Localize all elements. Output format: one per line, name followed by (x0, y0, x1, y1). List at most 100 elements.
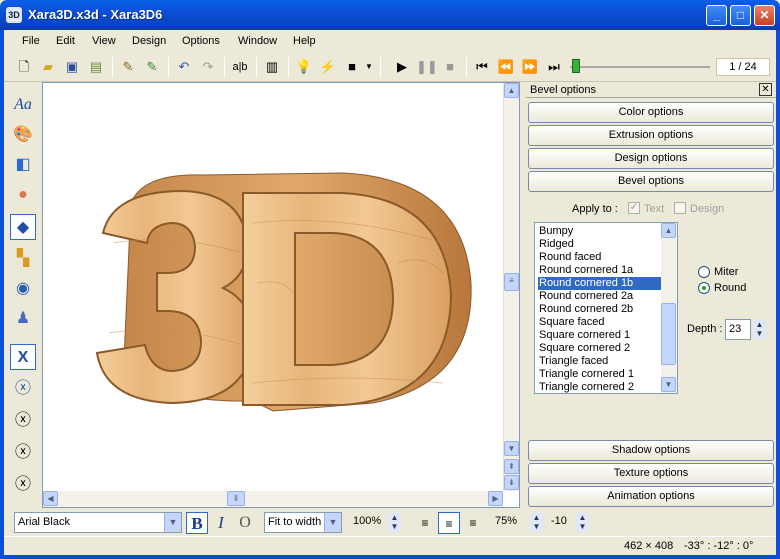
design-sphere-icon[interactable]: ● (10, 182, 36, 208)
minimize-button[interactable]: _ (706, 5, 727, 26)
design-options-button[interactable]: Design options (528, 148, 774, 169)
fit-select[interactable]: Fit to width ▼ (264, 512, 342, 533)
bold-button[interactable]: B (186, 512, 208, 534)
undo-icon[interactable]: ↶ (174, 57, 194, 77)
background-icon[interactable]: ■ (342, 57, 362, 77)
panel-close-icon[interactable]: ✕ (759, 83, 772, 96)
font-select[interactable]: Arial Black ▼ (14, 512, 182, 533)
line-spacing-value[interactable]: 75% (492, 512, 526, 533)
list-item[interactable]: Triangle cornered 1 (538, 368, 661, 381)
page-up-icon[interactable]: ⇞ (504, 459, 519, 474)
zoom-value[interactable]: 100% (350, 512, 388, 533)
list-item[interactable]: Square faced (538, 316, 661, 329)
list-item[interactable]: Round cornered 2b (538, 303, 661, 316)
list-item[interactable]: Square cornered 2 (538, 342, 661, 355)
list-item[interactable]: Round cornered 2a (538, 290, 661, 303)
next-frame-icon[interactable]: ⏩ (520, 57, 540, 77)
miter-radio[interactable] (698, 266, 710, 278)
h-scroll-thumb[interactable]: ⦀ (227, 491, 245, 506)
scroll-up-icon[interactable]: ▲ (504, 83, 519, 98)
color-palette-icon[interactable]: 🎨 (10, 122, 36, 148)
list-item[interactable]: Ridged (538, 238, 661, 251)
shadow-icon[interactable]: ▚ (10, 246, 36, 272)
menu-options[interactable]: Options (182, 35, 220, 47)
align-left-icon[interactable]: ≡ (414, 512, 436, 534)
open-folder-icon[interactable]: ▰ (38, 57, 58, 77)
x-spin-icon[interactable]: ⓧ (10, 376, 36, 402)
list-item-selected[interactable]: Round cornered 1b (538, 277, 661, 290)
animation-icon[interactable]: ♟ (10, 306, 36, 332)
page-down-icon[interactable]: ⇟ (504, 475, 519, 490)
outline-button[interactable]: O (234, 512, 256, 534)
line-spacing-stepper-icon[interactable]: ▲ ▼ (530, 513, 543, 532)
scroll-right-icon[interactable]: ▶ (488, 491, 503, 506)
maximize-button[interactable]: □ (730, 5, 751, 26)
new-file-icon[interactable]: 🗋 (14, 57, 34, 77)
menu-edit[interactable]: Edit (56, 35, 75, 47)
extrusion-icon[interactable]: ◧ (10, 152, 36, 178)
list-item[interactable]: Triangle faced (538, 355, 661, 368)
menu-view[interactable]: View (92, 35, 116, 47)
list-scroll-up-icon[interactable]: ▲ (661, 223, 676, 238)
edit-text-icon[interactable]: a|b (230, 57, 250, 77)
menu-window[interactable]: Window (238, 35, 277, 47)
x-roll-icon[interactable]: ⓧ (10, 472, 36, 498)
play-icon[interactable]: ▶ (392, 57, 412, 77)
x-rotate-icon[interactable]: X (10, 344, 36, 370)
extrusion-options-button[interactable]: Extrusion options (528, 125, 774, 146)
redo-icon[interactable]: ↷ (198, 57, 218, 77)
light-direction-icon[interactable]: ⚡ (318, 57, 338, 77)
align-center-icon[interactable]: ≡ (438, 512, 460, 534)
close-button[interactable]: ✕ (754, 5, 775, 26)
zoom-stepper-icon[interactable]: ▲ ▼ (388, 513, 401, 532)
first-frame-icon[interactable]: ⏮ (472, 57, 492, 77)
bevel-icon[interactable]: ◆ (10, 214, 36, 240)
edit-design-icon[interactable]: ✎ (118, 57, 138, 77)
animation-options-button[interactable]: Animation options (528, 486, 774, 507)
menu-file[interactable]: File (22, 35, 40, 47)
previous-frame-icon[interactable]: ⏪ (496, 57, 516, 77)
list-scroll-down-icon[interactable]: ▼ (661, 377, 676, 392)
canvas-horizontal-scrollbar[interactable]: ◀ ⦀ ▶ (43, 491, 503, 507)
chevron-down-icon[interactable]: ▼ (324, 513, 341, 532)
apply-design-checkbox[interactable] (674, 202, 686, 214)
color-options-button[interactable]: Color options (528, 102, 774, 123)
export-image-icon[interactable]: ▤ (86, 57, 106, 77)
round-radio[interactable] (698, 282, 710, 294)
depth-input[interactable]: 23 (725, 319, 751, 340)
texture-options-button[interactable]: Texture options (528, 463, 774, 484)
depth-stepper-icon[interactable]: ▲ ▼ (753, 320, 766, 339)
list-item[interactable]: Round cornered 1a (538, 264, 661, 277)
chevron-down-icon[interactable]: ▼ (364, 57, 374, 77)
char-spacing-stepper-icon[interactable]: ▲ ▼ (576, 513, 589, 532)
list-scroll-thumb[interactable] (661, 303, 676, 365)
list-scrollbar[interactable]: ▲ ▼ (661, 223, 677, 393)
texture-icon[interactable]: ◉ (10, 276, 36, 302)
edit-design-green-icon[interactable]: ✎ (142, 57, 162, 77)
animation-frames-icon[interactable]: ▥ (262, 57, 282, 77)
scroll-left-icon[interactable]: ◀ (43, 491, 58, 506)
list-item[interactable]: Triangle cornered 2 (538, 381, 661, 394)
x-swing-icon[interactable]: ⓧ (10, 440, 36, 466)
lightbulb-icon[interactable]: 💡 (294, 57, 314, 77)
chevron-down-icon[interactable]: ▼ (164, 513, 181, 532)
stop-icon[interactable]: ■ (440, 57, 460, 77)
last-frame-icon[interactable]: ⏭ (544, 57, 564, 77)
save-icon[interactable]: ▣ (62, 57, 82, 77)
align-right-icon[interactable]: ≡ (462, 512, 484, 534)
pause-icon[interactable]: ❚❚ (416, 57, 438, 77)
list-item[interactable]: Bumpy (538, 225, 661, 238)
shadow-options-button[interactable]: Shadow options (528, 440, 774, 461)
bevel-style-list[interactable]: Bumpy Ridged Round faced Round cornered … (534, 222, 678, 394)
char-spacing-value[interactable]: -10 (548, 512, 574, 533)
canvas-area[interactable]: ▲ ≡ ▼ ⇞ ⇟ ◀ ⦀ ▶ (42, 82, 520, 508)
scroll-thumb[interactable]: ≡ (504, 273, 519, 291)
list-item[interactable]: Square cornered 1 (538, 329, 661, 342)
x-tilt-icon[interactable]: ⓧ (10, 408, 36, 434)
canvas-vertical-scrollbar[interactable]: ▲ ≡ ▼ ⇞ ⇟ (503, 83, 519, 491)
italic-button[interactable]: I (210, 512, 232, 534)
menu-design[interactable]: Design (132, 35, 166, 47)
menu-help[interactable]: Help (293, 35, 316, 47)
list-item[interactable]: Round faced (538, 251, 661, 264)
bevel-options-button[interactable]: Bevel options (528, 171, 774, 192)
